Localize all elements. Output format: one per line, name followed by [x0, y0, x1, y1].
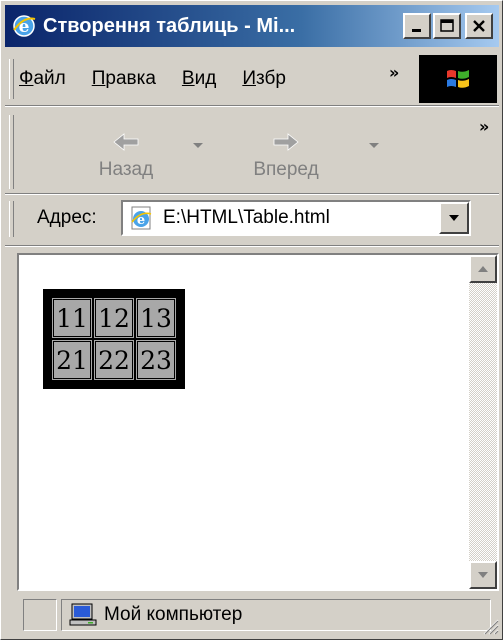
address-label: Адрес:: [37, 207, 97, 228]
close-button[interactable]: [465, 13, 493, 39]
menu-bar: Файл Правка Вид Избр: [19, 55, 419, 103]
windows-logo-icon: [447, 70, 469, 88]
browser-window: e Створення таблиць - Mi... Файл Правка …: [0, 0, 503, 640]
status-zone-cell: Мой компьютер: [61, 599, 491, 631]
table-cell: 11: [52, 298, 92, 338]
forward-arrow-icon: [273, 133, 299, 151]
vertical-scrollbar[interactable]: [469, 255, 497, 589]
table-cell: 22: [94, 340, 134, 380]
ie-logo-icon: e: [13, 15, 36, 37]
table-cell: 13: [136, 298, 176, 338]
security-zone-label: Мой компьютер: [104, 604, 243, 625]
windows-flag-logo: [419, 55, 497, 103]
address-input[interactable]: e E:\HTML\Table.html: [121, 200, 471, 236]
standard-toolbar: Назад Вперед »: [31, 113, 491, 193]
scroll-down-button[interactable]: [469, 561, 497, 589]
minimize-button[interactable]: [403, 13, 431, 39]
table-cell: 21: [52, 340, 92, 380]
title-bar[interactable]: e Створення таблиць - Mi...: [5, 5, 499, 47]
menu-item-file[interactable]: Файл: [19, 68, 66, 90]
scroll-up-icon: [478, 266, 488, 272]
menu-item-view[interactable]: Вид: [182, 68, 216, 90]
forward-dropdown-arrow[interactable]: [369, 143, 379, 148]
menu-separator: [5, 105, 499, 107]
page-viewport[interactable]: 11 12 13 21 22 23: [17, 253, 499, 591]
menu-more-button[interactable]: »: [389, 63, 399, 82]
back-dropdown-arrow[interactable]: [193, 143, 203, 148]
menu-item-edit[interactable]: Правка: [92, 68, 156, 90]
scroll-up-button[interactable]: [469, 255, 497, 283]
menu-item-favorites[interactable]: Избр: [242, 68, 286, 90]
forward-label: Вперед: [253, 159, 319, 180]
resize-grip-icon[interactable]: [479, 615, 499, 635]
maximize-button[interactable]: [433, 13, 461, 39]
toolbar-more-button[interactable]: »: [479, 117, 489, 136]
address-bar: Адрес: e E:\HTML\Table.html: [19, 197, 495, 241]
back-button[interactable]: Назад: [71, 113, 181, 191]
status-bar: Мой компьютер: [5, 597, 499, 635]
toolbar-grip[interactable]: [9, 115, 14, 189]
ie-page-icon: e: [131, 206, 152, 230]
addressbar-grip[interactable]: [9, 201, 14, 237]
status-progress-cell: [23, 599, 57, 631]
back-label: Назад: [98, 159, 154, 180]
menubar-grip[interactable]: [9, 59, 14, 99]
window-title: Створення таблиць - Mi...: [43, 14, 296, 37]
table-row: 21 22 23: [52, 340, 176, 380]
maximize-icon: [440, 19, 454, 32]
demo-table: 11 12 13 21 22 23: [43, 289, 185, 389]
toolbar-separator: [5, 193, 499, 195]
chevron-down-icon: [449, 215, 459, 221]
table-cell: 23: [136, 340, 176, 380]
forward-button[interactable]: Вперед: [231, 113, 341, 191]
table-row: 11 12 13: [52, 298, 176, 338]
my-computer-icon: [69, 603, 97, 626]
address-value: E:\HTML\Table.html: [163, 207, 330, 228]
scroll-down-icon: [478, 572, 488, 578]
minimize-icon: [412, 29, 421, 32]
close-icon: [473, 20, 485, 32]
table-cell: 12: [94, 298, 134, 338]
address-dropdown-button[interactable]: [439, 202, 469, 234]
addressbar-separator: [5, 245, 499, 247]
back-arrow-icon: [113, 133, 139, 151]
